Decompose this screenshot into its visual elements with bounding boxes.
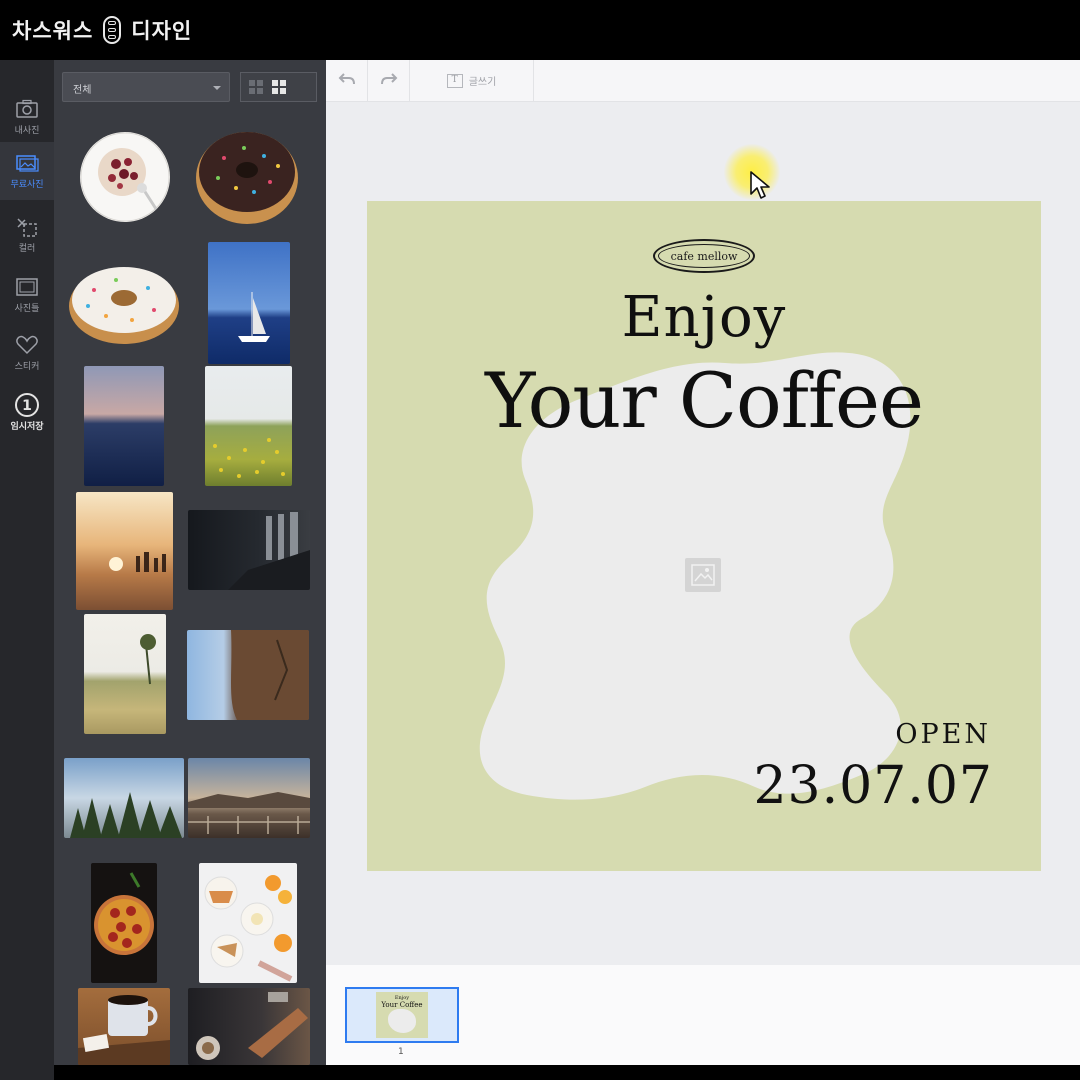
logo-icon [103,16,122,44]
page-thumbnail-coffee: Your Coffee [381,1001,423,1009]
open-date[interactable]: 23.07.07 [753,756,993,816]
left-rail: 내사진 무료사진 컬러 사진틀 스티커 1 임시저장 [0,60,54,1080]
photo-thumbnail-dark-room[interactable] [188,510,310,590]
undo-icon [338,71,356,90]
photo-thumbnail-sailboat[interactable] [208,242,290,364]
photo-thumbnail-chocolate-donut[interactable] [194,126,300,226]
photo-thumbnail-cliff[interactable] [187,630,309,720]
photo-thumbnail-cake[interactable] [80,132,170,222]
page-number: 1 [398,1047,404,1057]
camera-icon [14,98,40,120]
images-icon [14,152,40,174]
rail-item-color[interactable]: 컬러 [0,206,54,264]
category-select[interactable]: 전체 [62,72,230,102]
pages-strip: Enjoy Your Coffee 1 [326,965,1080,1065]
photo-thumbnail-pier[interactable] [188,758,310,838]
photo-thumbnail-dessert-table[interactable] [188,988,310,1065]
rail-label: 사진틀 [14,304,40,314]
redo-button[interactable] [368,59,410,102]
rail-item-free-photos[interactable]: 무료사진 [0,142,54,200]
list-view-icon[interactable] [249,80,263,94]
rail-label: 컬러 [18,244,36,254]
category-select-value: 전체 [73,85,92,96]
photo-thumbnail-breakfast[interactable] [199,863,297,983]
rail-label: 내사진 [14,126,40,136]
heart-icon [14,334,40,356]
text-icon: T [446,73,463,88]
headline-enjoy[interactable]: Enjoy [367,285,1041,350]
add-text-button[interactable]: T 글쓰기 [410,59,534,102]
rail-label: 임시저장 [10,422,44,432]
grid-view-icon[interactable] [272,80,286,94]
editor-area: T 글쓰기 cafe mellow Enjoy Your Coffee OPEN… [326,59,1080,965]
app-title-part1: 차스워스 [12,19,94,43]
headline-your-coffee[interactable]: Your Coffee [367,356,1041,445]
image-placeholder-icon [685,558,721,592]
rail-item-sticker[interactable]: 스티커 [0,324,54,382]
title-bar: 차스워스 디자인 [0,0,1080,60]
svg-text:1: 1 [22,398,32,414]
undo-button[interactable] [326,59,368,102]
rail-item-my-photos[interactable]: 내사진 [0,88,54,146]
cafe-badge[interactable]: cafe mellow [653,239,755,273]
photo-thumbnail-sprinkle-donut[interactable] [68,260,180,346]
page-thumbnail[interactable]: Enjoy Your Coffee [345,987,459,1043]
mouse-pointer-icon [749,170,771,204]
redo-icon [380,71,398,90]
rail-label: 스티커 [14,362,40,372]
chevron-down-icon [213,86,221,90]
view-toggle [240,72,317,102]
cut-icon [14,216,40,238]
panel-header: 전체 [54,60,326,112]
photo-thumbnail-flower-field[interactable] [205,366,292,486]
rail-label: 무료사진 [10,180,44,190]
cafe-badge-text: cafe mellow [670,249,738,263]
photo-thumbnail-sea-dusk[interactable] [84,366,164,486]
photo-thumbnail-coffee-cup[interactable] [78,988,170,1065]
photo-thumbnail-pine-forest[interactable] [64,758,184,838]
photo-thumbnail-wheat-field[interactable] [84,614,166,734]
frame-icon [14,276,40,298]
editor-toolbar: T 글쓰기 [326,59,1080,102]
photo-thumbnail-sunset-statues[interactable] [76,492,173,610]
app-window: 차스워스 디자인 내사진 무료사진 컬러 사진틀 스티커 1 임시저장 전체 T… [0,0,1080,1080]
photo-thumbnail-pizza[interactable] [91,863,157,983]
open-label[interactable]: OPEN [895,719,991,750]
number-one-icon: 1 [14,393,40,417]
page-thumbnail-blob [388,1009,416,1033]
page-thumbnail-preview: Enjoy Your Coffee [376,992,428,1038]
add-text-label: 글쓰기 [468,77,497,88]
rail-item-temp-save[interactable]: 1 임시저장 [0,384,54,442]
photo-panel: 전체 [54,60,326,1065]
app-title-part2: 디자인 [131,19,193,43]
design-artboard[interactable]: cafe mellow Enjoy Your Coffee OPEN 23.07… [367,201,1041,871]
rail-item-frame[interactable]: 사진틀 [0,266,54,324]
